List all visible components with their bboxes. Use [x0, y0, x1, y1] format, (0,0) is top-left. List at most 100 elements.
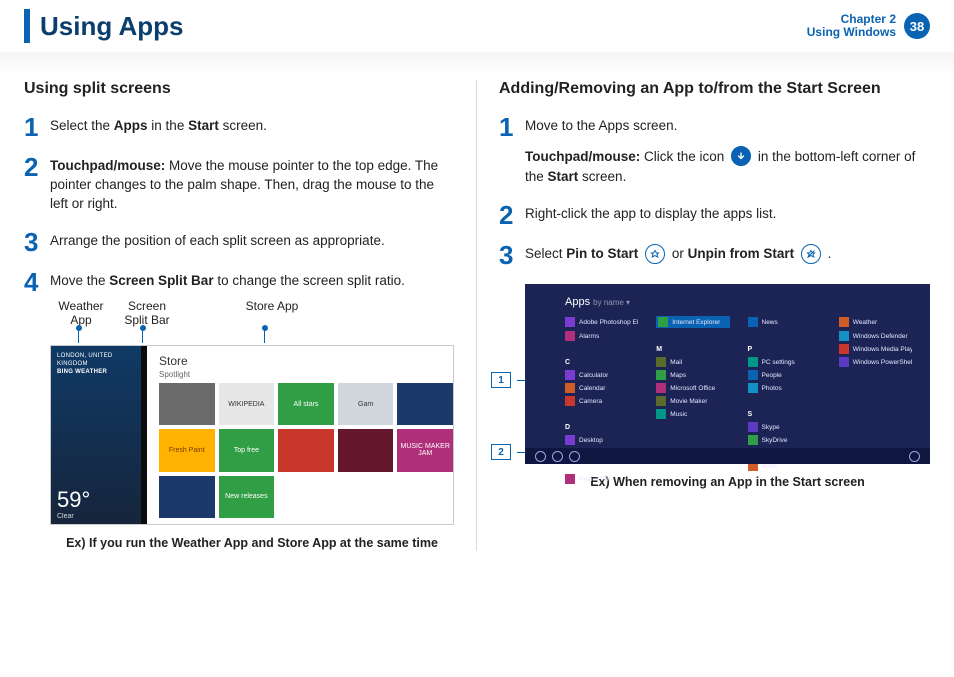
- apps-group-header: P: [748, 346, 821, 354]
- pin-icon: [645, 244, 665, 264]
- step-text: Move to the Apps screen. Touchpad/mouse:…: [525, 116, 930, 186]
- weather-location: LONDON, UNITED KINGDOM BING WEATHER: [57, 352, 135, 376]
- step-r2: 2 Right-click the app to display the app…: [499, 204, 930, 226]
- apps-item: Adobe Photoshop Elements: [565, 316, 638, 328]
- weather-pane: LONDON, UNITED KINGDOM BING WEATHER 59° …: [51, 346, 141, 524]
- step-text: Select Pin to Start or Unpin from Start …: [525, 244, 831, 266]
- apps-empty: [839, 370, 912, 380]
- apps-item: Desktop: [565, 435, 638, 445]
- apps-item: SkyDrive: [748, 435, 821, 445]
- apps-empty: [839, 435, 912, 445]
- store-tile: [397, 383, 453, 425]
- leader-icon: [264, 329, 265, 343]
- apps-empty: [565, 344, 638, 354]
- store-tile: MUSIC MAKER JAM: [397, 429, 453, 471]
- apps-empty: [839, 474, 912, 484]
- apps-empty: [839, 383, 912, 393]
- apps-item: Weather: [839, 316, 912, 328]
- step-text: Arrange the position of each split scree…: [50, 231, 385, 253]
- left-column: Using split screens 1 Select the Apps in…: [24, 80, 477, 551]
- step-text: Move the Screen Split Bar to change the …: [50, 271, 405, 293]
- store-tile: [159, 383, 215, 425]
- page-header: Using Apps Chapter 2 Using Windows 38: [24, 0, 930, 52]
- apps-empty: [656, 331, 729, 341]
- page-title: Using Apps: [40, 11, 183, 42]
- leader-lines: [50, 329, 454, 343]
- apps-item: Maps: [656, 370, 729, 380]
- store-pane: Store Spotlight WIKIPEDIAAll starsGamFre…: [147, 346, 453, 524]
- label-splitbar: Screen Split Bar: [112, 299, 182, 327]
- store-tile: [159, 476, 215, 518]
- store-tile: Gam: [338, 383, 394, 425]
- step-text: Touchpad/mouse: Move the mouse pointer t…: [50, 156, 454, 213]
- apps-item: Alarms: [565, 331, 638, 341]
- store-tile: Fresh Paint: [159, 429, 215, 471]
- apps-item: Internet Explorer: [656, 316, 729, 328]
- apps-item: Camera: [565, 396, 638, 406]
- cmd-icon: [569, 451, 580, 462]
- store-tile: Top free: [219, 429, 275, 471]
- down-arrow-circle-icon: [731, 146, 751, 166]
- leader-icon: [142, 329, 143, 343]
- apps-item: PC settings: [748, 357, 821, 367]
- apps-item: Skype: [748, 422, 821, 432]
- split-screenshot: LONDON, UNITED KINGDOM BING WEATHER 59° …: [50, 345, 454, 525]
- apps-item: Windows Defender: [839, 331, 912, 341]
- store-tile: [278, 429, 334, 471]
- apps-empty: [656, 435, 729, 445]
- header-accent-bar: [24, 9, 30, 43]
- apps-empty: [748, 396, 821, 406]
- apps-title: Apps by name ▾: [565, 296, 912, 308]
- apps-group-header: C: [565, 359, 638, 367]
- figure-left: LONDON, UNITED KINGDOM BING WEATHER 59° …: [50, 329, 454, 551]
- step-r3: 3 Select Pin to Start or Unpin from Star…: [499, 244, 930, 266]
- step-number: 1: [499, 116, 525, 186]
- apps-item: Photos: [748, 383, 821, 393]
- command-bar: [525, 448, 930, 464]
- leader-icon: [78, 329, 79, 343]
- store-tile: WIKIPEDIA: [219, 383, 275, 425]
- figure-right: 1 2 Apps by name ▾ Adobe Photoshop Eleme…: [525, 284, 930, 490]
- apps-empty: [748, 474, 821, 484]
- label-weather: Weather App: [50, 299, 112, 327]
- apps-empty: [839, 396, 912, 406]
- step-1: 1 Select the Apps in the Start screen.: [24, 116, 454, 138]
- apps-group-header: M: [656, 346, 729, 354]
- unpin-icon: [801, 244, 821, 264]
- step-2: 2 Touchpad/mouse: Move the mouse pointer…: [24, 156, 454, 213]
- columns: Using split screens 1 Select the Apps in…: [24, 80, 930, 551]
- apps-empty: [656, 474, 729, 484]
- step-number: 2: [499, 204, 525, 226]
- step-r1: 1 Move to the Apps screen. Touchpad/mous…: [499, 116, 930, 186]
- apps-item: Help + Tips: [565, 474, 638, 484]
- figure-labels: Weather App Screen Split Bar Store App: [50, 299, 454, 327]
- store-tile: [338, 429, 394, 471]
- page: Using Apps Chapter 2 Using Windows 38 Us…: [0, 0, 954, 677]
- label-store: Store App: [212, 299, 332, 327]
- apps-item: Windows Media Player: [839, 344, 912, 354]
- header-left: Using Apps: [24, 9, 183, 43]
- apps-item: News: [748, 316, 821, 328]
- weather-readout: 59° Clear: [57, 487, 135, 520]
- cmd-icon: [909, 451, 920, 462]
- step-text: Select the Apps in the Start screen.: [50, 116, 267, 138]
- step-number: 4: [24, 271, 50, 293]
- store-title: Store: [147, 346, 453, 370]
- figure-left-caption: Ex) If you run the Weather App and Store…: [50, 535, 454, 551]
- apps-item: Mail: [656, 357, 729, 367]
- cmd-icon: [552, 451, 563, 462]
- apps-item: Windows PowerShell: [839, 357, 912, 367]
- apps-group-header: S: [748, 411, 821, 419]
- header-right: Chapter 2 Using Windows 38: [807, 13, 930, 39]
- apps-empty: [748, 331, 821, 341]
- apps-group-header: D: [565, 424, 638, 432]
- apps-item: Microsoft Office: [656, 383, 729, 393]
- store-tiles: WIKIPEDIAAll starsGamFresh PaintTop free…: [147, 383, 453, 524]
- apps-empty: [565, 409, 638, 419]
- step-number: 3: [24, 231, 50, 253]
- left-heading: Using split screens: [24, 80, 454, 98]
- step-text: Right-click the app to display the apps …: [525, 204, 776, 226]
- chapter-line2: Using Windows: [807, 26, 896, 39]
- step-number: 1: [24, 116, 50, 138]
- chapter-meta: Chapter 2 Using Windows: [807, 13, 896, 39]
